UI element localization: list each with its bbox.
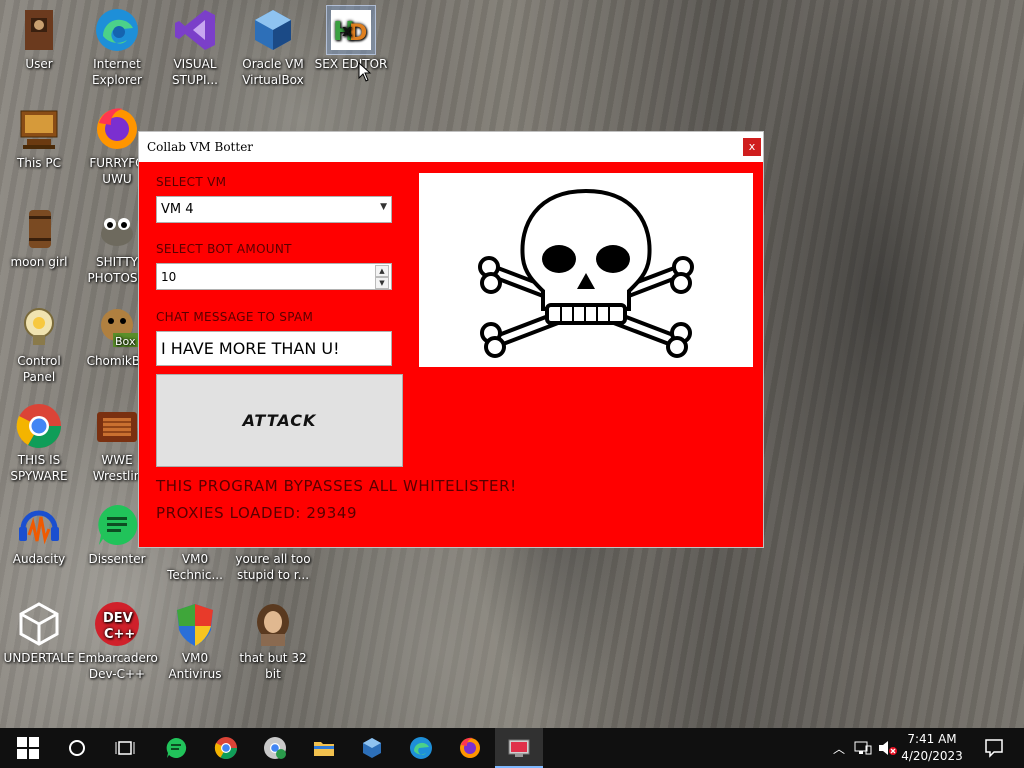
taskbar-file-explorer[interactable]	[300, 728, 348, 768]
taskbar: ︿ 7:41 AM 4/20/2023	[0, 728, 1024, 768]
taskbar-firefox[interactable]	[446, 728, 494, 768]
collab-vm-botter-icon	[508, 739, 530, 757]
attack-button[interactable]: ATTACK	[156, 374, 403, 467]
hamster-box-icon: Box	[93, 303, 141, 351]
hex-editor-icon: HDx	[326, 5, 376, 55]
select-vm-label: SELECT VM	[156, 175, 227, 189]
firefox-icon	[460, 737, 480, 758]
select-vm-dropdown[interactable]: VM 4 ▼	[156, 196, 392, 223]
window-title: Collab VM Botter	[147, 140, 254, 154]
chrome-icon	[214, 737, 237, 759]
spin-down-icon[interactable]: ▼	[375, 277, 389, 289]
bot-amount-stepper[interactable]: 10 ▲ ▼	[156, 263, 392, 290]
desktop-icon-visual-stupi[interactable]: VISUAL STUPI...	[156, 6, 234, 88]
chrome-icon	[15, 402, 63, 450]
computer-icon	[15, 105, 63, 153]
unity-icon	[15, 600, 63, 648]
taskbar-clock[interactable]: 7:41 AM 4/20/2023	[892, 731, 972, 765]
desktop-icon-moon-girl[interactable]: moon girl	[0, 204, 78, 270]
svg-text:Box: Box	[115, 335, 136, 348]
shield-icon	[171, 600, 219, 648]
dissenter-icon	[93, 501, 141, 549]
taskbar-collab-vm-botter[interactable]	[495, 728, 543, 768]
search-button[interactable]	[53, 728, 101, 768]
chat-message-input[interactable]: I HAVE MORE THAN U!	[156, 331, 392, 366]
desktop-icon-this-is-spyware[interactable]: THIS IS SPYWARE	[0, 402, 78, 484]
user-folder-icon	[15, 6, 63, 54]
skull-image-panel	[419, 173, 753, 367]
audacity-icon	[15, 501, 63, 549]
search-icon	[69, 740, 85, 756]
bot-amount-label: SELECT BOT AMOUNT	[156, 242, 292, 256]
clock-date: 4/20/2023	[901, 749, 963, 763]
system-tray: ︿	[830, 728, 898, 768]
chrome-alt-icon	[264, 737, 286, 759]
desktop-icon-control-panel[interactable]: Control Panel	[0, 303, 78, 385]
spin-up-icon[interactable]: ▲	[375, 265, 389, 277]
network-icon[interactable]	[854, 740, 872, 756]
bot-amount-value: 10	[161, 270, 177, 284]
mouse-cursor-icon	[358, 62, 372, 82]
window-titlebar[interactable]: Collab VM Botter x	[139, 132, 763, 162]
desktop-icon-vm0-antivirus[interactable]: VM0 Antivirus	[156, 600, 234, 682]
action-center-button[interactable]	[970, 728, 1018, 768]
close-button[interactable]: x	[743, 138, 761, 156]
chat-message-value: I HAVE MORE THAN U!	[161, 339, 340, 358]
task-view-icon	[115, 741, 135, 755]
windows-logo-icon	[17, 737, 39, 759]
svg-text:C++: C++	[104, 627, 135, 642]
desktop-icon-internet-explorer[interactable]: Internet Explorer	[78, 6, 156, 88]
lightbulb-icon	[15, 303, 63, 351]
taskbar-chrome[interactable]	[202, 728, 250, 768]
virtualbox-icon	[249, 6, 297, 54]
gimp-icon	[93, 204, 141, 252]
proxies-loaded-text: PROXIES LOADED: 29349	[156, 504, 358, 522]
clock-time: 7:41 AM	[907, 732, 957, 746]
bypass-notice: THIS PROGRAM BYPASSES ALL WHITELISTER!	[156, 477, 517, 495]
notification-icon	[985, 739, 1003, 758]
chat-message-label: CHAT MESSAGE TO SPAM	[156, 310, 314, 324]
desktop-icon-this-pc[interactable]: This PC	[0, 105, 78, 171]
virtualbox-icon	[363, 738, 381, 758]
desktop-icon-embarcadero-dev-cpp[interactable]: DEV C++ Embarcadero Dev-C++	[78, 600, 158, 682]
svg-text:DEV: DEV	[103, 611, 133, 626]
barrel-icon	[15, 204, 63, 252]
taskbar-dissenter[interactable]	[152, 728, 200, 768]
taskbar-edge[interactable]	[397, 728, 445, 768]
chevron-down-icon[interactable]: ▼	[380, 202, 387, 212]
start-button[interactable]	[4, 728, 52, 768]
collab-vm-botter-window: Collab VM Botter x SELECT VM VM 4 ▼ SELE…	[138, 131, 764, 548]
desktop-icon-audacity[interactable]: Audacity	[0, 501, 78, 567]
dissenter-icon	[166, 737, 187, 758]
desktop-icon-that-but-32-bit[interactable]: that but 32 bit	[234, 600, 312, 682]
desktop-icon-undertale[interactable]: UNDERTALE	[0, 600, 78, 666]
desktop-icon-oracle-vm-virtualbox[interactable]: Oracle VM VirtualBox	[234, 6, 312, 88]
desktop-icon-sex-editor[interactable]: HDx SEX EDITOR	[312, 5, 390, 72]
chevron-up-icon[interactable]: ︿	[830, 740, 848, 757]
visual-studio-icon	[171, 6, 219, 54]
task-view-button[interactable]	[101, 728, 149, 768]
select-vm-value: VM 4	[161, 202, 194, 217]
folder-icon	[314, 742, 334, 756]
skull-and-crossbones-icon	[478, 188, 694, 358]
dev-cpp-icon: DEV C++	[93, 600, 141, 648]
taskbar-chrome-alt[interactable]	[251, 728, 299, 768]
edge-icon	[93, 6, 141, 54]
taskbar-virtualbox[interactable]	[348, 728, 396, 768]
svg-text:x: x	[342, 21, 353, 40]
radio-icon	[93, 402, 141, 450]
edge-icon	[410, 737, 432, 759]
portrait-icon	[249, 600, 297, 648]
desktop-icon-user[interactable]: User	[0, 6, 78, 72]
firefox-icon	[93, 105, 141, 153]
